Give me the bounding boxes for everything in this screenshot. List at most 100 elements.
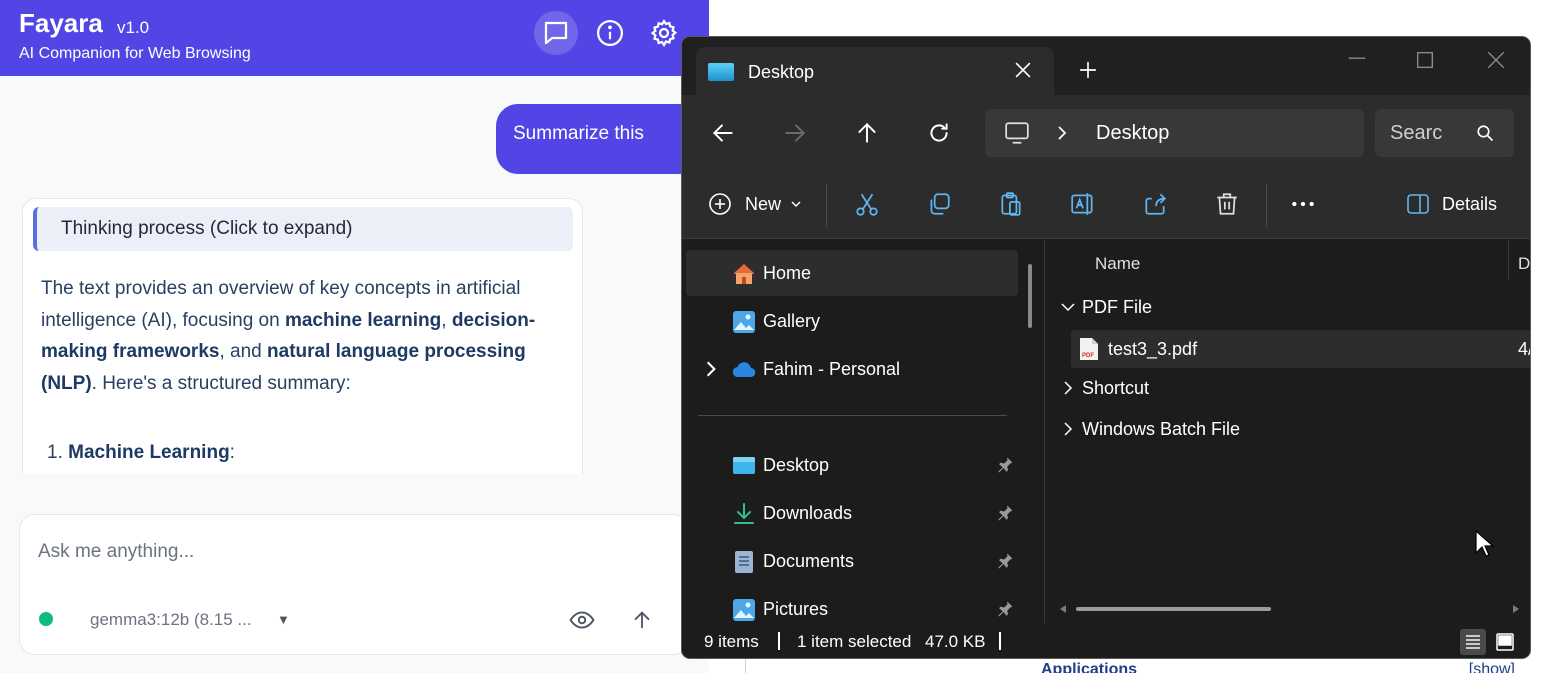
nav-item-home[interactable]: Home: [686, 250, 1018, 296]
send-button[interactable]: [625, 603, 659, 637]
pdf-file-icon: PDF: [1080, 338, 1098, 360]
chat-input[interactable]: [38, 541, 638, 563]
maximize-icon[interactable]: [1414, 49, 1436, 71]
tab-desktop[interactable]: Desktop: [696, 47, 1054, 97]
info-icon: [597, 20, 623, 46]
model-selector[interactable]: gemma3:12b (8.15 ...: [90, 610, 252, 630]
close-window-icon[interactable]: [1485, 49, 1507, 71]
ai-text-segment: , and: [219, 341, 268, 362]
chat-button[interactable]: [534, 11, 578, 55]
status-separator: [999, 632, 1001, 650]
desktop-folder-icon: [708, 63, 734, 81]
chat-icon: [544, 21, 568, 45]
download-icon: [734, 503, 754, 524]
arrow-up-icon: [634, 611, 650, 629]
pictures-icon: [733, 599, 755, 621]
search-box[interactable]: Searc: [1375, 109, 1514, 157]
desktop-folder-icon: [733, 457, 755, 474]
group-windows-batch-file[interactable]: Windows Batch File: [1046, 411, 1530, 447]
pin-icon[interactable]: [996, 504, 1014, 522]
chevron-right-icon[interactable]: [702, 360, 720, 378]
delete-icon[interactable]: [1214, 191, 1240, 217]
ai-text-bold: machine learning: [284, 309, 442, 331]
nav-scrollbar[interactable]: [1028, 264, 1032, 328]
share-icon[interactable]: [1142, 191, 1168, 217]
scroll-left-icon[interactable]: [1058, 604, 1068, 614]
nav-item-gallery[interactable]: Gallery: [686, 298, 1018, 344]
large-icons-view-icon: [1496, 633, 1514, 651]
nav-item-desktop[interactable]: Desktop: [686, 442, 1018, 488]
column-header-date[interactable]: D: [1518, 254, 1530, 274]
tiles-view-button[interactable]: [1492, 629, 1518, 655]
group-pdf-file[interactable]: PDF File: [1046, 289, 1530, 325]
rename-icon[interactable]: [1070, 191, 1096, 217]
group-shortcut[interactable]: Shortcut: [1046, 370, 1530, 406]
close-tab-icon[interactable]: [1012, 59, 1034, 81]
command-separator: [1266, 183, 1267, 227]
nav-item-onedrive[interactable]: Fahim - Personal: [686, 346, 1018, 392]
details-view-button[interactable]: [1460, 629, 1486, 655]
app-subtitle: AI Companion for Web Browsing: [19, 45, 251, 62]
paste-icon[interactable]: [998, 191, 1024, 217]
column-header-name[interactable]: Name: [1095, 254, 1140, 274]
file-explorer-window: Desktop Desktop Searc New Details Home G…: [681, 36, 1531, 659]
info-button[interactable]: [588, 11, 632, 55]
copy-icon[interactable]: [926, 191, 952, 217]
horizontal-scrollbar[interactable]: [1076, 607, 1271, 611]
caret-down-icon[interactable]: ▼: [277, 612, 290, 627]
file-row[interactable]: PDF test3_3.pdf 4/: [1071, 330, 1530, 368]
nav-label: Gallery: [763, 311, 821, 331]
list-number: 1.: [47, 442, 63, 463]
nav-item-downloads[interactable]: Downloads: [686, 490, 1018, 536]
nav-item-documents[interactable]: Documents: [686, 538, 1018, 584]
chevron-down-icon: [791, 201, 801, 208]
column-separator[interactable]: [1508, 240, 1509, 280]
page-context-button[interactable]: [565, 603, 599, 637]
pin-icon[interactable]: [996, 600, 1014, 618]
background-show-link[interactable]: [show]: [1469, 661, 1515, 673]
documents-icon: [735, 551, 753, 573]
selection-count: 1 item selected: [797, 632, 912, 651]
settings-button[interactable]: [642, 11, 686, 55]
model-status-dot: [39, 612, 53, 626]
nav-label: Downloads: [763, 503, 853, 523]
details-label: Details: [1442, 194, 1498, 214]
nav-label: Pictures: [763, 599, 829, 619]
plus-circle-icon: [709, 193, 731, 215]
forward-arrow-icon[interactable]: [782, 120, 808, 146]
chevron-down-icon: [1061, 303, 1075, 312]
refresh-icon[interactable]: [926, 120, 952, 146]
group-label: Windows Batch File: [1082, 419, 1241, 439]
app-version: v1.0: [117, 18, 150, 37]
app-title: Fayara: [19, 8, 103, 38]
new-tab-icon[interactable]: [1077, 59, 1099, 81]
tab-title: Desktop: [748, 62, 815, 82]
search-icon: [1477, 125, 1494, 142]
cut-icon[interactable]: [854, 191, 880, 217]
chevron-right-icon: [1058, 126, 1067, 140]
thinking-process-toggle[interactable]: Thinking process (Click to expand): [33, 207, 573, 251]
new-button[interactable]: New: [706, 183, 806, 227]
nav-divider: [698, 415, 1007, 416]
gallery-icon: [733, 311, 755, 333]
up-arrow-icon[interactable]: [854, 120, 880, 146]
file-date: 4/: [1518, 339, 1530, 359]
address-bar[interactable]: Desktop: [985, 109, 1364, 157]
navigation-pane: Home Gallery Fahim - Personal Desktop Do…: [682, 240, 1045, 623]
nav-label: Desktop: [763, 455, 830, 475]
ai-response-card: Thinking process (Click to expand) The t…: [22, 198, 583, 474]
nav-label: Fahim - Personal: [763, 359, 901, 379]
scroll-right-icon[interactable]: [1511, 604, 1521, 614]
pin-icon[interactable]: [996, 552, 1014, 570]
address-path: Desktop: [1096, 122, 1170, 144]
explorer-address-bar: Desktop Searc: [682, 95, 1530, 169]
more-options-icon[interactable]: [1290, 191, 1316, 217]
gear-icon: [650, 19, 678, 47]
minimize-icon[interactable]: [1346, 49, 1368, 71]
back-arrow-icon[interactable]: [710, 120, 736, 146]
status-separator: [778, 632, 780, 650]
pin-icon[interactable]: [996, 456, 1014, 474]
group-label: PDF File: [1082, 297, 1153, 317]
details-button[interactable]: Details: [1404, 183, 1514, 227]
list-colon: :: [229, 442, 235, 463]
